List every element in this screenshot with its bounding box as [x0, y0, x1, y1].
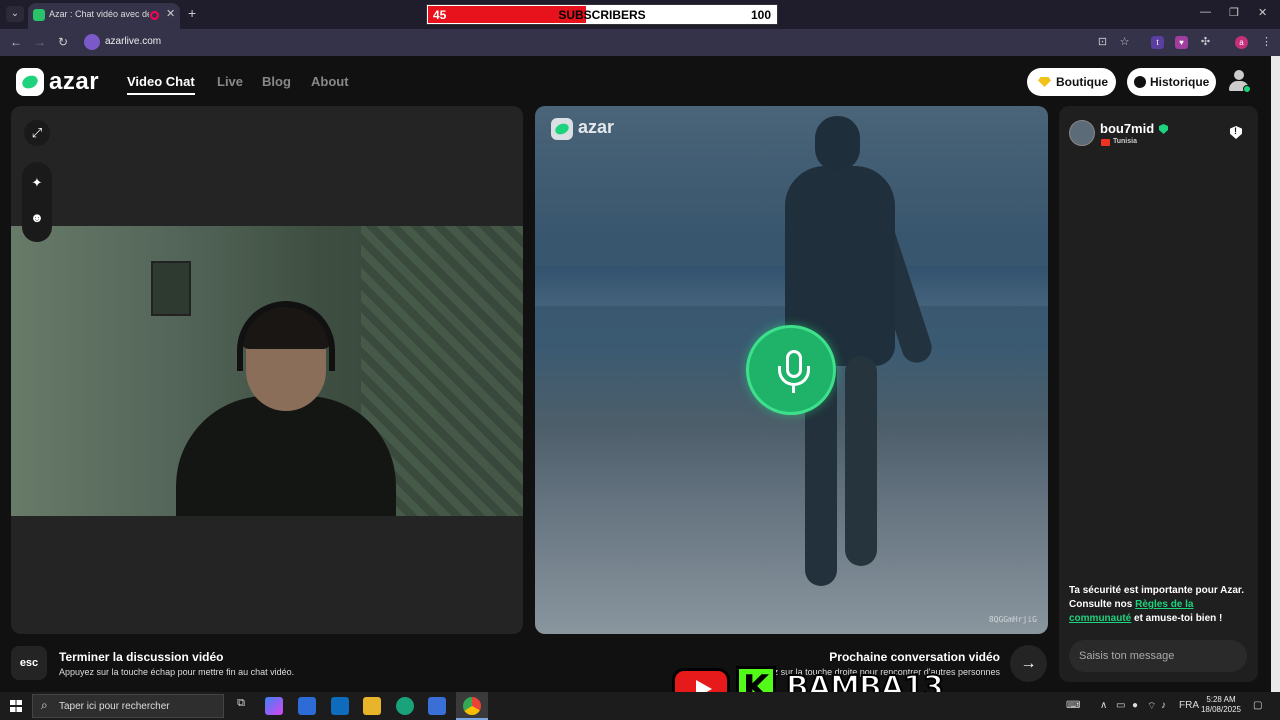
task-view-icon[interactable]: ⧉ [232, 697, 250, 715]
subscriber-current: 45 [433, 8, 447, 22]
peer-name[interactable]: bou7mid [1100, 121, 1154, 136]
chrome-taskbar-button[interactable] [456, 692, 488, 720]
sparkle-effects-icon[interactable]: ✦ [24, 170, 50, 196]
address-bar-row: ← → ↻ azarlive.com ⊡ ☆ t ♥ ✣ a ⋮ [0, 29, 1280, 56]
azar-watermark-text: azar [578, 117, 615, 137]
user-avatar-icon[interactable] [1228, 70, 1251, 94]
install-app-icon[interactable]: ⊡ [1096, 36, 1109, 49]
message-input[interactable] [1069, 640, 1247, 672]
nav-live[interactable]: Live [217, 74, 243, 89]
outlook-icon[interactable] [331, 697, 349, 715]
clock-time: 5:28 AM [1206, 695, 1236, 704]
historique-label: Historique [1150, 75, 1210, 89]
history-clock-icon [1134, 76, 1146, 88]
network-icon[interactable]: ▭ [1116, 700, 1125, 711]
store-icon[interactable] [298, 697, 316, 715]
subscriber-goal-bar: SUBSCRIBERS 45 100 [426, 4, 778, 25]
verified-badge-icon [1159, 124, 1168, 134]
microphone-button[interactable] [746, 325, 836, 415]
subscriber-goal: 100 [750, 8, 771, 22]
copilot-icon[interactable] [265, 697, 283, 715]
browser-tab[interactable]: Azar : Chat vidéo avec de n ✕ [28, 3, 180, 29]
file-explorer-icon[interactable] [363, 697, 381, 715]
window-minimize-button[interactable]: — [1200, 6, 1211, 18]
window-close-button[interactable]: ✕ [1258, 6, 1267, 19]
edge-icon[interactable] [396, 697, 414, 715]
end-chat-title: Terminer la discussion vidéo [59, 650, 224, 664]
azar-app: azar Video Chat Live Blog About Boutique… [0, 56, 1280, 692]
safety-notice: Ta sécurité est importante pour Azar. Co… [1069, 584, 1249, 626]
reload-icon[interactable]: ↻ [58, 35, 68, 49]
end-chat-description: Appuyez sur la touche échap pour mettre … [59, 667, 295, 677]
face-sticker-icon[interactable]: ☻ [24, 205, 50, 231]
boutique-label: Boutique [1056, 75, 1108, 89]
taskbar-clock[interactable]: 5:28 AM 18/08/2025 [1196, 695, 1246, 715]
volume-icon[interactable]: ♪ [1161, 700, 1166, 711]
nav-about[interactable]: About [311, 74, 349, 89]
extension-shield-icon[interactable]: ♥ [1175, 36, 1188, 49]
tab-search-button[interactable]: ⌄ [6, 6, 24, 22]
nav-blog[interactable]: Blog [262, 74, 291, 89]
bookmark-star-icon[interactable]: ☆ [1118, 36, 1131, 49]
expand-icon[interactable]: ⤢ [24, 120, 50, 146]
tab-title: Azar : Chat vidéo avec de n [49, 9, 149, 19]
clock-date: 18/08/2025 [1200, 705, 1242, 714]
windows-taskbar: ⌕ Taper ici pour rechercher ⧉ ⌨ ∧ ▭ ● ⌔ … [0, 692, 1280, 720]
nav-video-chat[interactable]: Video Chat [127, 74, 195, 89]
azar-watermark-logo-icon [551, 118, 573, 140]
site-info-icon[interactable] [84, 34, 100, 50]
azar-logo-text[interactable]: azar [49, 68, 99, 96]
show-hidden-icons[interactable]: ∧ [1100, 700, 1107, 711]
azar-favicon-icon [33, 9, 45, 21]
app-window-icon[interactable] [428, 697, 446, 715]
nav-active-underline [127, 93, 195, 95]
session-id-watermark: 8QGGmHrjiG [988, 615, 1037, 624]
wifi-icon[interactable]: ⌔ [1147, 700, 1156, 713]
forward-arrow-icon[interactable]: → [34, 35, 46, 49]
keyboard-icon[interactable]: ⌨ [1066, 700, 1080, 711]
windows-start-icon[interactable] [10, 700, 22, 712]
report-shield-icon[interactable] [1230, 126, 1242, 139]
esc-key-button[interactable]: esc [11, 646, 47, 680]
tab-close-icon[interactable]: ✕ [166, 7, 175, 20]
taskbar-search[interactable]: ⌕ Taper ici pour rechercher [32, 694, 224, 718]
chrome-icon [463, 697, 481, 715]
headset [237, 301, 335, 371]
subscriber-label: SUBSCRIBERS [558, 8, 646, 22]
peer-avatar[interactable] [1069, 120, 1095, 146]
taskbar-search-placeholder: Taper ici pour rechercher [59, 701, 170, 712]
partner-video-panel: azar 8QGGmHrjiG [535, 106, 1048, 634]
back-arrow-icon[interactable]: ← [10, 35, 22, 49]
window-maximize-button[interactable]: ❐ [1229, 6, 1239, 19]
extension-t-icon[interactable]: t [1151, 36, 1164, 49]
self-video-panel: ⤢ ✦ ☻ [11, 106, 523, 634]
new-tab-button[interactable]: + [188, 5, 196, 21]
tunisia-flag-icon [1101, 139, 1110, 146]
historique-button[interactable]: Historique [1127, 68, 1216, 96]
safety-text-end: et amuse-toi bien ! [1131, 613, 1223, 624]
url-field[interactable]: azarlive.com [105, 36, 161, 47]
profile-icon[interactable]: a [1235, 36, 1248, 49]
effects-toolbar: ✦ ☻ [22, 162, 52, 242]
boutique-button[interactable]: Boutique [1027, 68, 1116, 96]
browser-menu-icon[interactable]: ⋮ [1260, 36, 1273, 49]
mic-tray-icon[interactable]: ● [1132, 700, 1138, 711]
page-scrollbar[interactable] [1271, 56, 1280, 692]
peer-country: Tunisia [1113, 138, 1137, 145]
notifications-icon[interactable]: ▢ [1253, 700, 1262, 711]
extensions-puzzle-icon[interactable]: ✣ [1199, 36, 1212, 49]
next-arrow-button[interactable]: → [1010, 645, 1047, 682]
chat-panel: bou7mid Tunisia Ta sécurité est importan… [1059, 106, 1258, 682]
search-icon: ⌕ [41, 698, 48, 712]
recording-indicator-icon [150, 11, 159, 20]
self-camera-feed [11, 226, 523, 516]
azar-logo-icon[interactable] [16, 68, 44, 96]
diamond-gem-icon [1038, 77, 1051, 87]
next-chat-title: Prochaine conversation vidéo [829, 650, 1000, 664]
